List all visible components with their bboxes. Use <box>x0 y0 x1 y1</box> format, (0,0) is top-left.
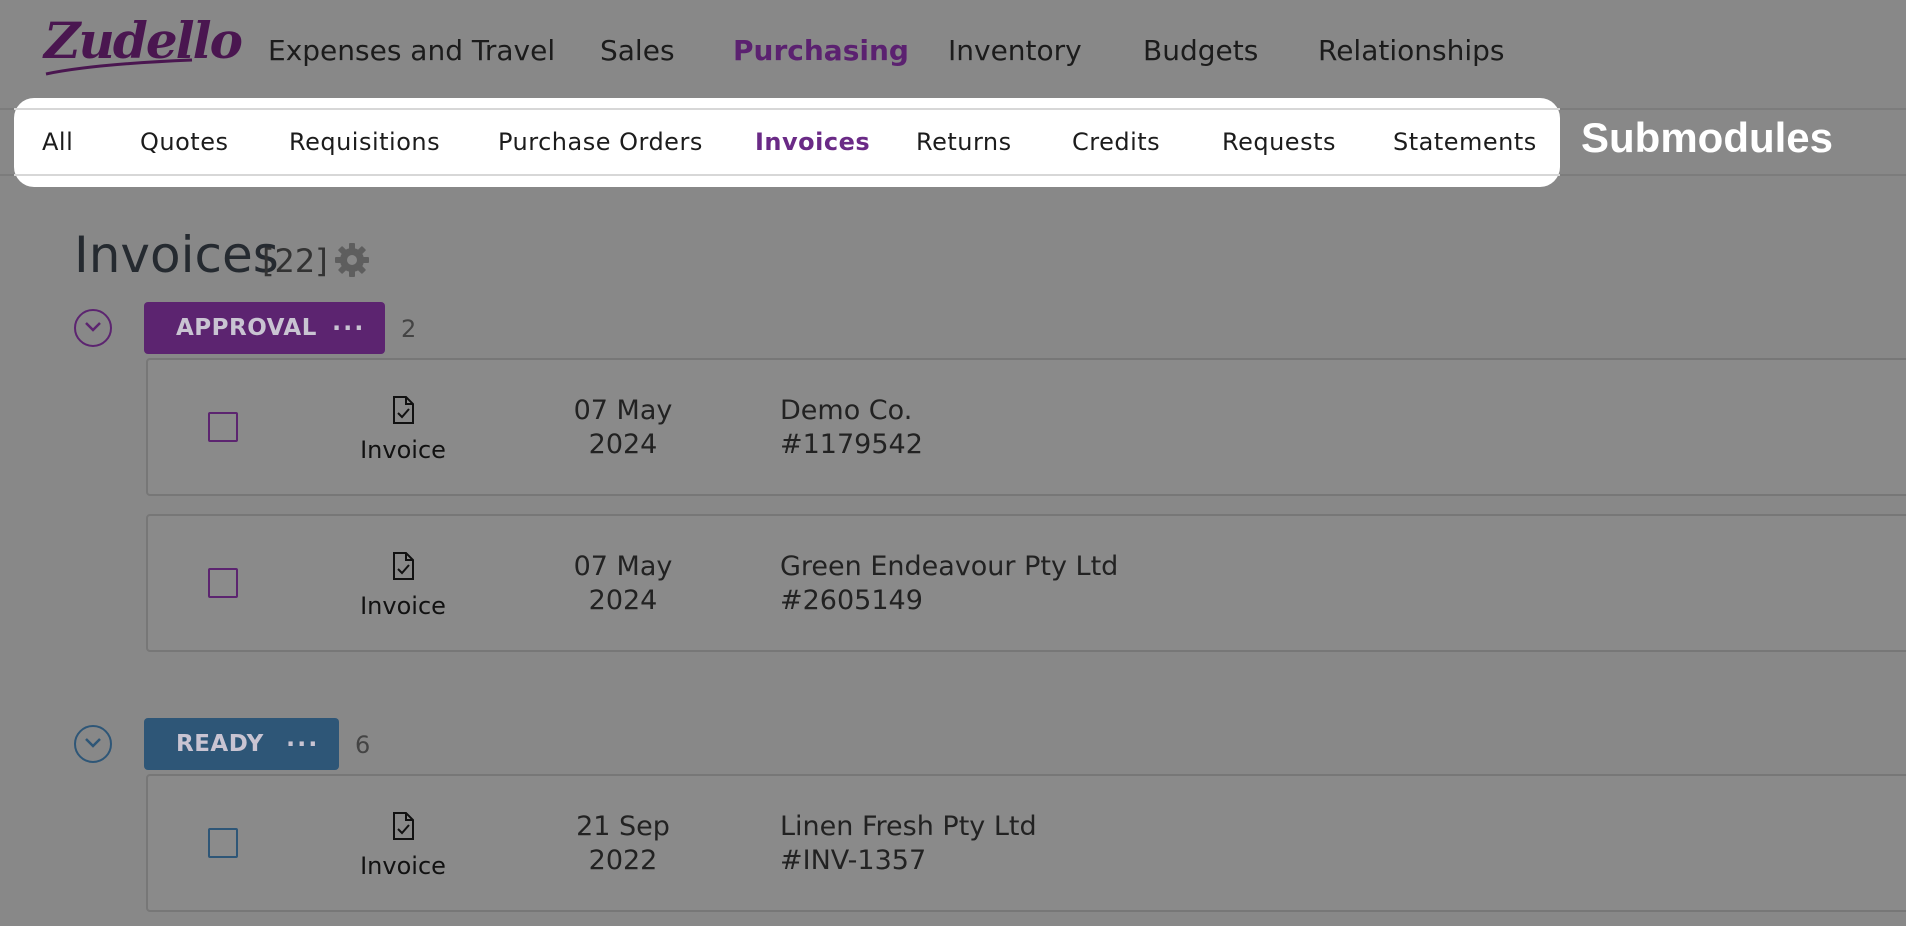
group-approval-collapse-toggle[interactable] <box>74 309 112 347</box>
group-count: 2 <box>401 315 417 343</box>
group-ready-collapse-toggle[interactable] <box>74 725 112 763</box>
group-menu-icon[interactable]: ··· <box>332 314 365 342</box>
document-date: 07 May 2024 <box>548 550 698 618</box>
logo-swoosh-icon <box>45 58 193 76</box>
document-party: Green Endeavour Pty Ltd #2605149 <box>780 550 1118 618</box>
document-type: Invoice <box>360 436 446 464</box>
document-date: 07 May 2024 <box>548 394 698 462</box>
document-type: Invoice <box>360 852 446 880</box>
document-party: Linen Fresh Pty Ltd #INV-1357 <box>780 810 1037 878</box>
page-title: Invoices <box>74 226 279 284</box>
list-item[interactable]: Invoice 07 May 2024 Green Endeavour Pty … <box>146 514 1906 652</box>
group-menu-icon[interactable]: ··· <box>286 730 319 758</box>
row-checkbox[interactable] <box>208 828 238 858</box>
document-reference: #INV-1357 <box>780 845 927 876</box>
supplier-name: Linen Fresh Pty Ltd <box>780 811 1037 842</box>
tab-statements[interactable]: Statements <box>1393 98 1537 187</box>
tab-invoices[interactable]: Invoices <box>755 98 870 187</box>
top-navigation: Zudello Expenses and Travel Sales Purcha… <box>0 0 1906 104</box>
date-year: 2024 <box>588 585 658 616</box>
document-date: 21 Sep 2022 <box>548 810 698 878</box>
chevron-down-icon <box>85 738 101 748</box>
status-badge-ready[interactable]: READY ··· <box>144 718 339 770</box>
tab-purchase-orders[interactable]: Purchase Orders <box>498 98 703 187</box>
row-checkbox[interactable] <box>208 568 238 598</box>
tab-quotes[interactable]: Quotes <box>140 98 228 187</box>
list-item[interactable]: Invoice 07 May 2024 Demo Co. #1179542 <box>146 358 1906 496</box>
tab-requests[interactable]: Requests <box>1222 98 1336 187</box>
submodules-callout-label: Submodules <box>1581 114 1834 161</box>
row-checkbox[interactable] <box>208 412 238 442</box>
document-type: Invoice <box>360 592 446 620</box>
supplier-name: Green Endeavour Pty Ltd <box>780 551 1119 582</box>
list-item[interactable]: Invoice 21 Sep 2022 Linen Fresh Pty Ltd … <box>146 774 1906 912</box>
nav-relationships[interactable]: Relationships <box>1318 34 1504 67</box>
nav-purchasing[interactable]: Purchasing <box>733 34 909 67</box>
supplier-name: Demo Co. <box>780 395 913 426</box>
gear-icon[interactable] <box>332 240 372 280</box>
date-day-month: 07 May <box>573 395 673 426</box>
date-day-month: 21 Sep <box>576 811 670 842</box>
tab-requisitions[interactable]: Requisitions <box>289 98 440 187</box>
chevron-down-icon <box>85 322 101 332</box>
status-label: APPROVAL <box>176 315 317 341</box>
group-count: 6 <box>355 731 371 759</box>
tab-returns[interactable]: Returns <box>916 98 1012 187</box>
nav-budgets[interactable]: Budgets <box>1143 34 1258 67</box>
document-reference: #1179542 <box>780 429 923 460</box>
status-label: READY <box>176 731 264 757</box>
nav-inventory[interactable]: Inventory <box>948 34 1082 67</box>
invoice-document-icon <box>393 812 414 840</box>
tab-credits[interactable]: Credits <box>1072 98 1160 187</box>
tab-all[interactable]: All <box>42 98 73 187</box>
date-year: 2024 <box>588 429 658 460</box>
nav-expenses-and-travel[interactable]: Expenses and Travel <box>268 34 555 67</box>
document-reference: #2605149 <box>780 585 923 616</box>
invoice-document-icon <box>393 552 414 580</box>
date-year: 2022 <box>588 845 658 876</box>
page-count: [22] <box>262 242 328 280</box>
invoice-document-icon <box>393 396 414 424</box>
nav-sales[interactable]: Sales <box>600 34 675 67</box>
submodule-tabs: All Quotes Requisitions Purchase Orders … <box>14 98 1560 187</box>
document-party: Demo Co. #1179542 <box>780 394 923 462</box>
status-badge-approval[interactable]: APPROVAL ··· <box>144 302 385 354</box>
date-day-month: 07 May <box>573 551 673 582</box>
